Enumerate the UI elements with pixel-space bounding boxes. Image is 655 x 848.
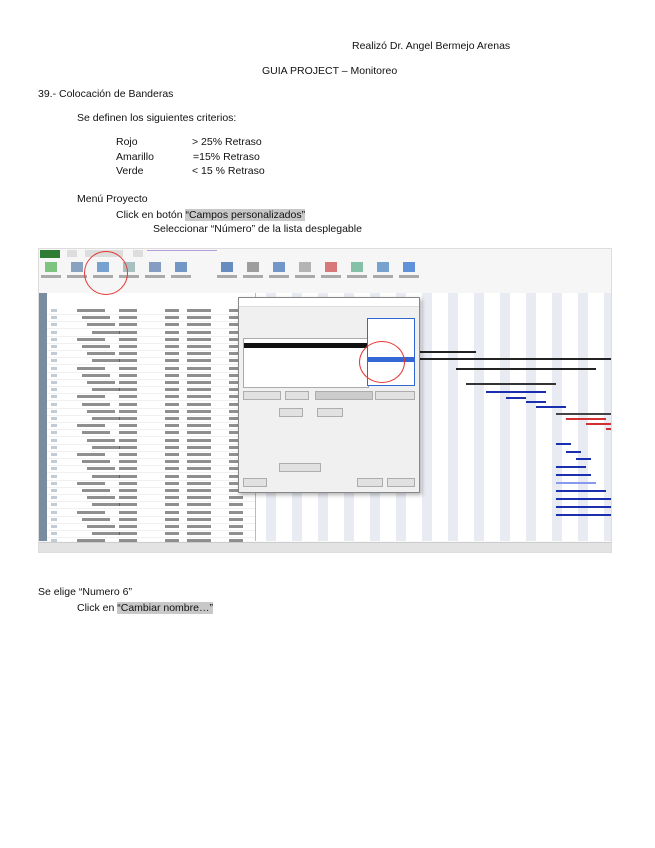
- gantt-bar: [556, 466, 586, 468]
- ribbon-button-icon: [71, 262, 83, 272]
- section-heading: 39.- Colocación de Banderas: [38, 88, 174, 100]
- step-select-number: Seleccionar “Número” de la lista despleg…: [153, 223, 362, 235]
- step-prefix: Click en: [77, 602, 118, 614]
- gantt-bar: [556, 506, 611, 508]
- task-table: [47, 293, 257, 546]
- gantt-bar: [556, 474, 591, 476]
- document-title: GUIA PROJECT – Monitoreo: [262, 65, 398, 77]
- annotation-circle-custom-fields: [84, 251, 128, 295]
- criteria-color-rojo: Rojo: [116, 136, 138, 148]
- gantt-bar: [566, 418, 606, 420]
- gantt-bar: [536, 406, 566, 408]
- gantt-bar: [576, 458, 591, 460]
- step-click-custom-fields: Click en botón “Campos personalizados”: [116, 209, 306, 222]
- gantt-bar: [466, 383, 556, 385]
- step-choose-number6: Se elige “Numero 6”: [38, 586, 132, 598]
- author-line: Realizó Dr. Angel Bermejo Arenas: [352, 40, 511, 52]
- rename-button: [243, 391, 281, 400]
- gantt-bar: [486, 391, 546, 393]
- file-tab: [40, 250, 60, 258]
- gantt-bar: [556, 413, 611, 415]
- criteria-color-amarillo: Amarillo: [116, 151, 154, 163]
- view-sidebar: [39, 293, 47, 541]
- ribbon-button-icon: [175, 262, 187, 272]
- step-click-rename: Click en “Cambiar nombre…”: [77, 602, 213, 615]
- ribbon-button-icon: [351, 262, 363, 272]
- gantt-bar: [556, 514, 611, 516]
- criteria-rule-rojo: > 25% Retraso: [192, 136, 262, 148]
- highlighted-button-name: “Cambiar nombre…”: [117, 602, 213, 614]
- gantt-bar: [566, 451, 581, 453]
- ribbon-button-icon: [403, 262, 415, 272]
- criteria-intro: Se definen los siguientes criterios:: [77, 112, 237, 124]
- field-list: [243, 338, 369, 388]
- ribbon-button-icon: [299, 262, 311, 272]
- highlighted-button-name: “Campos personalizados”: [185, 209, 306, 221]
- gantt-bar: [586, 423, 611, 425]
- ribbon-button-icon: [149, 262, 161, 272]
- gantt-bar: [606, 428, 611, 430]
- gantt-bar: [456, 368, 596, 370]
- annotation-circle-number: [359, 341, 405, 383]
- ms-project-screenshot: [38, 248, 612, 553]
- ribbon-button-icon: [273, 262, 285, 272]
- gantt-bar: [416, 358, 611, 360]
- ribbon-button-icon: [377, 262, 389, 272]
- ribbon-button-icon: [325, 262, 337, 272]
- menu-instruction: Menú Proyecto: [77, 193, 148, 205]
- criteria-rule-verde: < 15 % Retraso: [192, 165, 265, 177]
- gantt-bar: [556, 498, 611, 500]
- gantt-bar: [556, 443, 571, 445]
- gantt-bar: [556, 490, 606, 492]
- step-prefix: Click en botón: [116, 209, 186, 221]
- status-bar: [39, 542, 611, 552]
- criteria-color-verde: Verde: [116, 165, 144, 177]
- gantt-bar: [556, 482, 596, 484]
- ribbon-button-icon: [247, 262, 259, 272]
- ribbon-button-icon: [45, 262, 57, 272]
- gantt-bar: [526, 401, 546, 403]
- custom-fields-dialog: [238, 297, 420, 493]
- gantt-bar: [506, 397, 526, 399]
- gantt-bar: [416, 351, 476, 353]
- criteria-rule-amarillo: =15% Retraso: [193, 151, 260, 163]
- ribbon-button-icon: [221, 262, 233, 272]
